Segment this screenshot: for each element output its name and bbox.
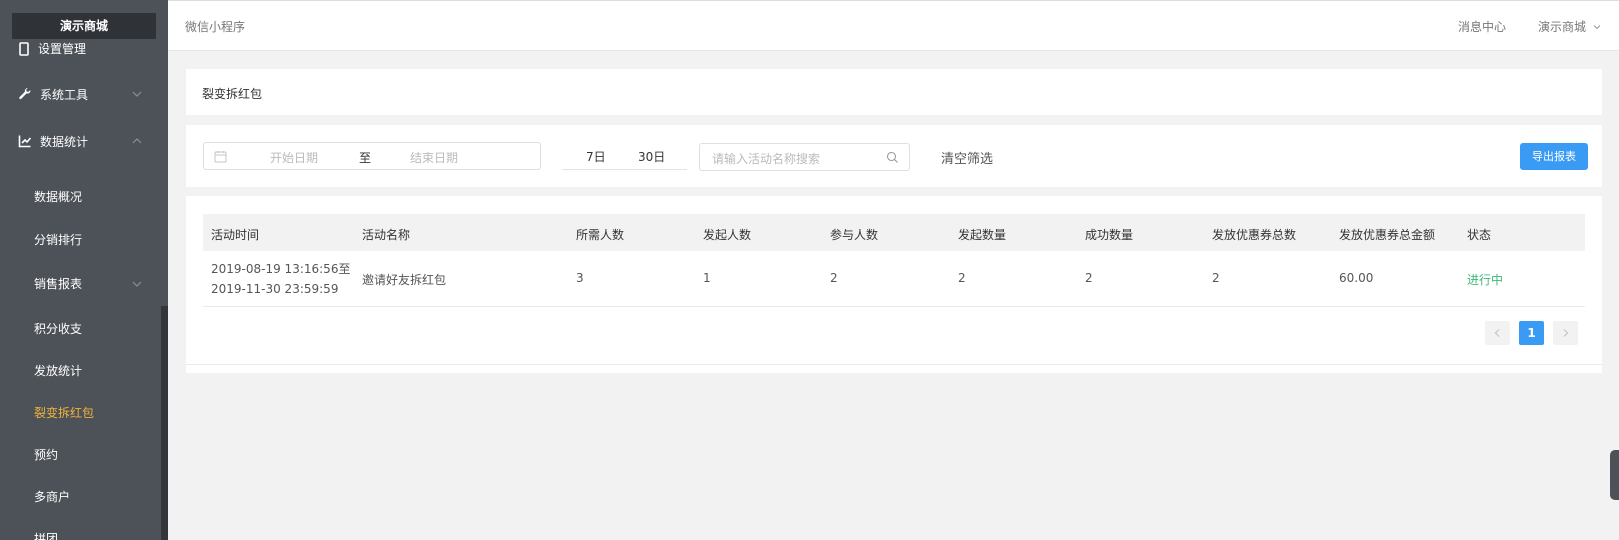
filter-panel: 开始日期 至 结束日期 7日 30日 请输入活动名称搜索 清空筛选 导出报表 (186, 125, 1602, 187)
sidebar-item-label: 设置管理 (38, 42, 87, 56)
floating-side-widget[interactable] (1610, 450, 1619, 500)
shop-dropdown[interactable]: 演示商城 (1538, 18, 1602, 35)
sidebar-item-label: 销售报表 (34, 277, 83, 291)
page-title: 裂变拆红包 (202, 87, 263, 101)
pagination-page-1[interactable]: 1 (1519, 321, 1544, 345)
date-range-picker[interactable]: 开始日期 至 结束日期 (203, 142, 541, 170)
chevron-down-icon (1593, 24, 1601, 29)
column-header: 参与人数 (830, 228, 879, 242)
sidebar-item-sales-report[interactable]: 销售报表 (0, 266, 160, 302)
date-separator: 至 (359, 151, 372, 165)
column-header: 发起人数 (703, 228, 752, 242)
sidebar-menu-data-stats[interactable]: 数据统计 (0, 120, 168, 162)
divider (186, 364, 1602, 365)
pagination-prev-button[interactable] (1485, 321, 1510, 345)
brand-logo[interactable]: 演示商城 (12, 13, 156, 39)
start-date-input[interactable]: 开始日期 (270, 149, 318, 166)
activity-time-cell: 2019-08-19 13:16:56至 2019-11-30 23:59:59 (211, 259, 350, 299)
table-panel: 活动时间 活动名称 所需人数 发起人数 参与人数 发起数量 成功数量 发放优惠券… (186, 196, 1602, 373)
time-start: 2019-08-19 13:16:56至 (211, 262, 351, 276)
column-header: 发起数量 (958, 228, 1007, 242)
sidebar-item-distribution-ranking[interactable]: 分销排行 (0, 222, 160, 258)
calendar-icon (214, 151, 227, 163)
export-report-button[interactable]: 导出报表 (1520, 143, 1588, 170)
sidebar-item-points[interactable]: 积分收支 (0, 311, 160, 347)
quick-7-days[interactable]: 7日 (586, 148, 606, 165)
launch-count-cell: 2 (958, 271, 966, 285)
required-count-cell: 3 (576, 271, 584, 285)
activity-search-input[interactable]: 请输入活动名称搜索 (699, 143, 910, 171)
sidebar-menu-label: 系统工具 (40, 87, 89, 102)
sidebar-scrollbar[interactable] (161, 306, 168, 540)
activity-name-cell: 邀请好友拆红包 (362, 273, 447, 287)
search-placeholder: 请输入活动名称搜索 (712, 152, 821, 166)
coupon-amount-cell: 60.00 (1339, 271, 1374, 285)
chevron-up-icon (132, 138, 142, 144)
column-header: 成功数量 (1085, 228, 1134, 242)
sidebar-item-data-overview[interactable]: 数据概况 (0, 179, 160, 215)
sidebar-item-multi-merchant[interactable]: 多商户 (0, 479, 160, 515)
sidebar-menu-label: 数据统计 (40, 134, 89, 149)
pagination-next-button[interactable] (1553, 321, 1578, 345)
sidebar: 演示商城 设置管理 系统工具 数据统计 数据概况 分销排行 销售报表 积分收支 … (0, 0, 168, 540)
mobile-icon (19, 41, 29, 56)
chevron-left-icon (1494, 329, 1500, 337)
quick-range-tabs: 7日 30日 (562, 142, 687, 170)
table-row: 2019-08-19 13:16:56至 2019-11-30 23:59:59… (203, 251, 1585, 307)
shop-name: 演示商城 (1538, 20, 1587, 34)
quick-30-days[interactable]: 30日 (638, 148, 665, 165)
search-icon[interactable] (886, 151, 899, 164)
chevron-down-icon (132, 91, 142, 97)
column-header: 状态 (1467, 228, 1492, 242)
table-header: 活动时间 活动名称 所需人数 发起人数 参与人数 发起数量 成功数量 发放优惠券… (203, 214, 1585, 251)
participants-cell: 2 (830, 271, 838, 285)
sidebar-item-booking[interactable]: 预约 (0, 437, 160, 473)
time-end: 2019-11-30 23:59:59 (211, 282, 339, 296)
column-header: 所需人数 (576, 228, 625, 242)
clear-filters-button[interactable]: 清空筛选 (941, 148, 993, 167)
breadcrumb[interactable]: 微信小程序 (185, 18, 245, 35)
column-header: 活动时间 (211, 228, 260, 242)
column-header: 发放优惠券总数 (1212, 228, 1297, 242)
line-chart-icon (18, 135, 32, 148)
top-header: 微信小程序 消息中心 演示商城 (168, 0, 1619, 51)
coupon-total-cell: 2 (1212, 271, 1220, 285)
column-header: 发放优惠券总金额 (1339, 228, 1436, 242)
end-date-input[interactable]: 结束日期 (410, 149, 458, 166)
sidebar-item-issue-stats[interactable]: 发放统计 (0, 353, 160, 389)
initiators-cell: 1 (703, 271, 711, 285)
sidebar-item-cut[interactable]: 设置管理 (0, 38, 168, 58)
sidebar-item-fission-redpacket[interactable]: 裂变拆红包 (0, 395, 160, 431)
message-center-link[interactable]: 消息中心 (1458, 18, 1506, 35)
success-count-cell: 2 (1085, 271, 1093, 285)
chevron-down-icon (132, 281, 142, 287)
status-badge: 进行中 (1467, 273, 1504, 287)
sidebar-menu-system-tools[interactable]: 系统工具 (0, 73, 168, 115)
title-panel: 裂变拆红包 (186, 69, 1602, 115)
sidebar-item-group-buy[interactable]: 拼团 (0, 521, 160, 540)
wrench-icon (19, 88, 31, 100)
chevron-right-icon (1563, 329, 1569, 337)
column-header: 活动名称 (362, 228, 411, 242)
